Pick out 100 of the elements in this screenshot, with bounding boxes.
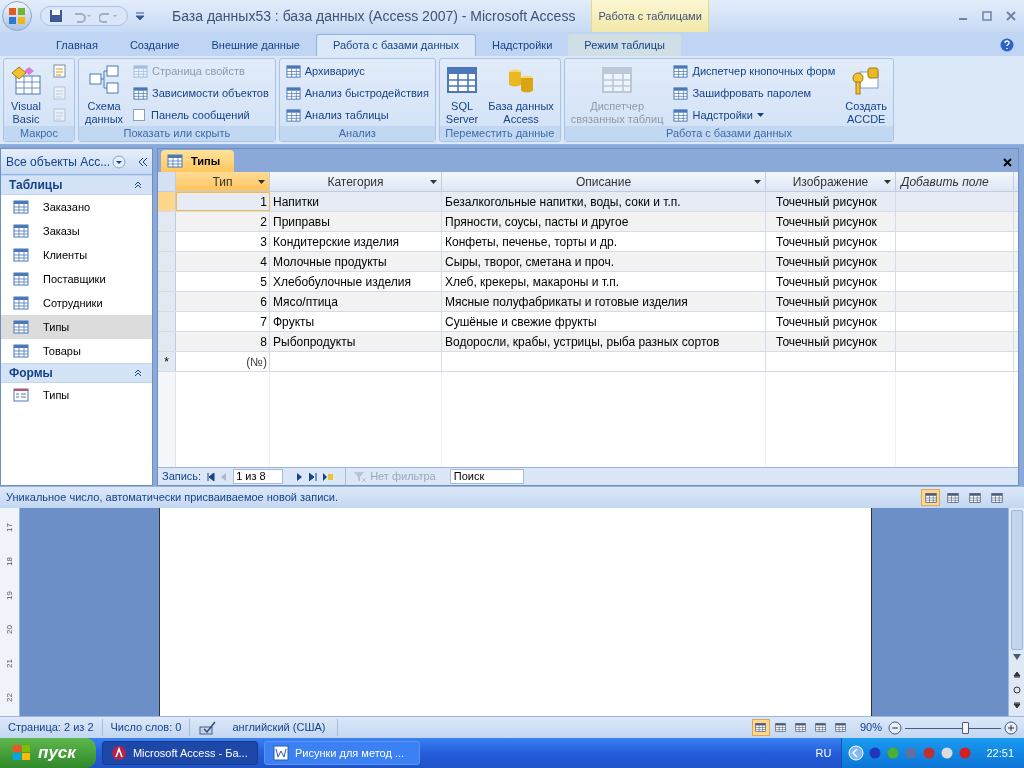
- next-record-icon[interactable]: [297, 472, 304, 481]
- ribbon-button[interactable]: Зависимости объектов: [129, 82, 273, 104]
- customize-toolbar-icon[interactable]: [136, 12, 144, 20]
- ribbon-tab[interactable]: Надстройки: [475, 34, 569, 56]
- section-header[interactable]: Формы: [1, 363, 152, 383]
- collapse-icon[interactable]: [138, 156, 148, 167]
- tray-icon[interactable]: [940, 746, 955, 760]
- zoom-slider-thumb[interactable]: [961, 721, 969, 734]
- zoom-in-icon[interactable]: [1004, 720, 1018, 735]
- dropdown-icon[interactable]: [884, 180, 891, 184]
- navigation-item[interactable]: Сотрудники: [1, 291, 152, 315]
- dropdown-icon[interactable]: [754, 180, 761, 184]
- navigation-item[interactable]: Заказы: [1, 219, 152, 243]
- dropdown-icon[interactable]: [430, 180, 437, 184]
- windows-logo-icon: [12, 744, 32, 762]
- new-row-marker: *: [158, 352, 176, 371]
- ribbon-button[interactable]: Архивариус: [281, 60, 433, 82]
- taskbar-button[interactable]: Рисунки для метод ...: [263, 741, 420, 765]
- table-cell: Точечный рисунок: [766, 272, 896, 291]
- table-row[interactable]: 8 Рыбопродукты Водоросли, крабы, устрицы, рыба разных сортов Точечный рисунок: [158, 332, 1018, 352]
- table-row[interactable]: 1 Напитки Безалкогольные напитки, воды, соки и т.п. Точечный рисунок: [158, 192, 1018, 212]
- view-button[interactable]: [751, 719, 770, 736]
- browse-object-icon[interactable]: [1011, 670, 1022, 710]
- table-row[interactable]: 7 Фрукты Сушёные и свежие фрукты Точечный рисунок: [158, 312, 1018, 332]
- dropdown-icon[interactable]: [112, 154, 127, 169]
- column-header[interactable]: Тип: [176, 172, 270, 191]
- table-row[interactable]: 3 Кондитерские изделия Конфеты, печенье, торты и др. Точечный рисунок: [158, 232, 1018, 252]
- column-header[interactable]: Описание: [442, 172, 766, 191]
- new-record-icon[interactable]: [323, 472, 334, 481]
- ribbon-button[interactable]: Схема данных: [81, 60, 128, 126]
- ruler-number: 20: [3, 624, 15, 634]
- close-icon[interactable]: [1003, 158, 1012, 167]
- select-all-cell[interactable]: [158, 172, 176, 191]
- table-cell: Напитки: [270, 192, 442, 211]
- ribbon-button[interactable]: Анализ быстродействия: [281, 82, 433, 104]
- word-status-item: Страница: 2 из 2: [0, 719, 103, 736]
- table-cell: Кондитерские изделия: [270, 232, 442, 251]
- navigation-item[interactable]: Типы: [1, 315, 152, 339]
- chevron-up-icon: [134, 369, 142, 377]
- navigation-item[interactable]: Товары: [1, 339, 152, 363]
- last-record-icon[interactable]: [309, 472, 318, 481]
- maximize-icon[interactable]: [982, 11, 992, 21]
- table-row[interactable]: 2 Приправы Пряности, соусы, пасты и другое Точечный рисунок: [158, 212, 1018, 232]
- expand-tray-icon[interactable]: [848, 745, 865, 761]
- first-record-icon[interactable]: [207, 472, 216, 481]
- new-record-row[interactable]: * (№): [158, 352, 1018, 372]
- navigation-item[interactable]: Поставщики: [1, 267, 152, 291]
- ribbon-button[interactable]: Надстройки: [669, 104, 840, 126]
- ribbon-button[interactable]: База данных Access: [484, 60, 558, 126]
- view-icon: [968, 491, 981, 504]
- table-row[interactable]: 6 Мясо/птица Мясные полуфабрикаты и готовые изделия Точечный рисунок: [158, 292, 1018, 312]
- document-tab-label: Типы: [191, 153, 221, 169]
- navigation-item[interactable]: Заказано: [1, 195, 152, 219]
- message-bar-checkbox[interactable]: Панель сообщений: [129, 104, 273, 126]
- ribbon-button[interactable]: SQL Server: [441, 60, 483, 126]
- navigation-item[interactable]: Клиенты: [1, 243, 152, 267]
- scrollbar-thumb[interactable]: [1010, 510, 1023, 650]
- column-header[interactable]: Изображение: [766, 172, 896, 191]
- dropdown-icon[interactable]: [258, 180, 265, 184]
- ribbon-tab[interactable]: Режим таблицы: [568, 34, 681, 56]
- ribbon-button[interactable]: Visual Basic: [6, 60, 46, 126]
- column-header[interactable]: Категория: [270, 172, 442, 191]
- ribbon-tab[interactable]: Создание: [113, 34, 196, 56]
- table-row[interactable]: 5 Хлебобулочные изделия Хлеб, крекеры, макароны и т.п. Точечный рисунок: [158, 272, 1018, 292]
- section-header[interactable]: Таблицы: [1, 175, 152, 195]
- tool-icon: [285, 63, 301, 79]
- zoom-slider[interactable]: [905, 720, 1001, 735]
- view-button[interactable]: [921, 489, 940, 506]
- taskbar-button[interactable]: Microsoft Access - Ба...: [101, 741, 258, 765]
- spelling-check-icon[interactable]: [198, 720, 219, 735]
- record-position-field[interactable]: 1 из 8: [233, 469, 284, 484]
- language-indicator[interactable]: RU: [815, 744, 832, 762]
- ribbon-button[interactable]: Зашифровать паролем: [669, 82, 840, 104]
- ribbon-button[interactable]: Диспетчер кнопочных форм: [669, 60, 840, 82]
- ribbon-tab[interactable]: Главная: [40, 34, 114, 56]
- scroll-down-icon[interactable]: [1012, 654, 1021, 660]
- table-row[interactable]: 4 Молочные продукты Сыры, творог, сметана и проч. Точечный рисунок: [158, 252, 1018, 272]
- ribbon-button[interactable]: Создать ACCDE: [841, 60, 892, 126]
- tray-icon[interactable]: [868, 746, 883, 760]
- ribbon-tab[interactable]: Внешние данные: [195, 34, 316, 56]
- tool-icon: [285, 85, 301, 101]
- navigation-item[interactable]: Типы: [1, 383, 152, 407]
- ribbon-tab[interactable]: Работа с базами данных: [315, 34, 476, 56]
- save-icon[interactable]: [49, 9, 63, 23]
- ruler-number: 17: [3, 522, 15, 532]
- table-icon: [13, 223, 29, 239]
- table-cell: Водоросли, крабы, устрицы, рыба разных сортов: [442, 332, 766, 351]
- filter-icon: [354, 470, 367, 483]
- document-tab[interactable]: Типы: [161, 150, 235, 172]
- help-icon[interactable]: [1000, 38, 1014, 52]
- office-button[interactable]: [2, 1, 32, 31]
- item-label: Типы: [43, 387, 70, 403]
- tool-icon: [285, 107, 301, 123]
- zoom-out-icon[interactable]: [888, 720, 902, 735]
- column-header[interactable]: Добавить поле: [896, 172, 1014, 191]
- search-field[interactable]: Поиск: [449, 469, 524, 484]
- ribbon-button[interactable]: Анализ таблицы: [281, 104, 433, 126]
- checkbox[interactable]: [133, 109, 146, 121]
- ruler-number: 22: [3, 692, 15, 702]
- table-cell: 3: [176, 232, 270, 251]
